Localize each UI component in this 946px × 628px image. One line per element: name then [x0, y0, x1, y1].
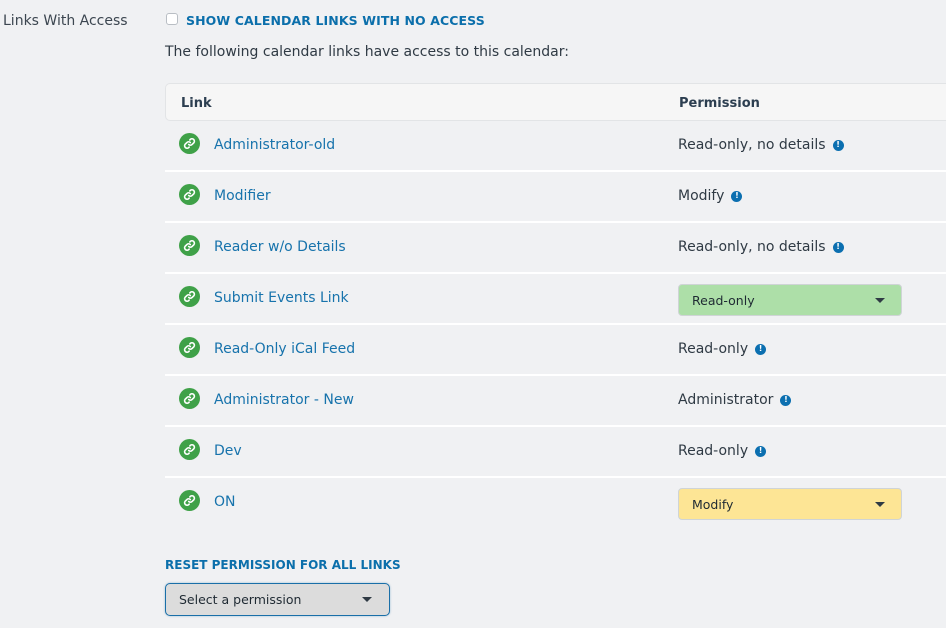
caret-down-icon: [362, 597, 372, 602]
permission-select[interactable]: Read-only: [678, 284, 902, 316]
table-row: ON Modify: [165, 478, 946, 529]
permission-value: Read-only!: [678, 341, 767, 357]
show-no-access-checkbox[interactable]: [166, 12, 178, 25]
link-icon: [179, 286, 200, 307]
info-icon[interactable]: !: [780, 394, 792, 406]
links-table: Link Permission Administrator-old Read-on…: [165, 83, 946, 529]
caret-down-icon: [875, 298, 885, 303]
link-icon: [179, 490, 200, 511]
link-name[interactable]: Submit Events Link: [214, 290, 349, 306]
table-header: Link Permission: [165, 83, 946, 121]
permission-label: Read-only: [678, 443, 749, 459]
permission-value: Administrator!: [678, 392, 792, 408]
reset-permission-select[interactable]: Select a permission: [165, 583, 390, 616]
permission-label: Read-only: [678, 341, 749, 357]
link-name[interactable]: Reader w/o Details: [214, 239, 346, 255]
permission-value: Read-only, no details!: [678, 137, 844, 153]
info-icon[interactable]: !: [755, 343, 767, 355]
info-icon[interactable]: !: [832, 139, 844, 151]
link-name[interactable]: Dev: [214, 443, 242, 459]
link-name[interactable]: ON: [214, 494, 236, 510]
links-with-access-page: Links With Access SHOW CALENDAR LINKS WI…: [0, 0, 946, 628]
table-body: Administrator-old Read-only, no details! M…: [165, 121, 946, 529]
reset-permission-placeholder: Select a permission: [179, 592, 302, 607]
permission-label: Modify: [678, 188, 725, 204]
info-icon[interactable]: !: [731, 190, 743, 202]
table-row: Administrator-old Read-only, no details!: [165, 121, 946, 172]
column-header-link: Link: [181, 96, 212, 111]
permission-value: Read-only, no details!: [678, 239, 844, 255]
table-row: Reader w/o Details Read-only, no details!: [165, 223, 946, 274]
table-row: Modifier Modify!: [165, 172, 946, 223]
link-icon: [179, 235, 200, 256]
caret-down-icon: [875, 502, 885, 507]
info-icon[interactable]: !: [755, 445, 767, 457]
table-row: Read-Only iCal Feed Read-only!: [165, 325, 946, 376]
show-no-access-label[interactable]: SHOW CALENDAR LINKS WITH NO ACCESS: [186, 13, 485, 28]
link-name[interactable]: Administrator-old: [214, 137, 335, 153]
link-icon: [179, 133, 200, 154]
link-name[interactable]: Administrator - New: [214, 392, 354, 408]
column-header-permission: Permission: [679, 96, 760, 111]
permission-select[interactable]: Modify: [678, 488, 902, 520]
link-name[interactable]: Read-Only iCal Feed: [214, 341, 355, 357]
reset-permission-label: RESET PERMISSION FOR ALL LINKS: [165, 558, 401, 572]
link-name[interactable]: Modifier: [214, 188, 271, 204]
link-icon: [179, 337, 200, 358]
permission-label: Read-only, no details: [678, 137, 826, 153]
table-row: Submit Events Link Read-only: [165, 274, 946, 325]
permission-label: Read-only, no details: [678, 239, 826, 255]
link-icon: [179, 388, 200, 409]
link-icon: [179, 439, 200, 460]
show-no-access-toggle[interactable]: SHOW CALENDAR LINKS WITH NO ACCESS: [166, 12, 485, 28]
permission-select-value: Read-only: [692, 292, 755, 308]
intro-text: The following calendar links have access…: [165, 44, 569, 60]
link-icon: [179, 184, 200, 205]
permission-value: Modify!: [678, 188, 743, 204]
info-icon[interactable]: !: [832, 241, 844, 253]
permission-value: Read-only!: [678, 443, 767, 459]
permission-select-value: Modify: [692, 496, 734, 512]
permission-label: Administrator: [678, 392, 774, 408]
table-row: Administrator - New Administrator!: [165, 376, 946, 427]
table-row: Dev Read-only!: [165, 427, 946, 478]
section-label: Links With Access: [3, 13, 128, 29]
